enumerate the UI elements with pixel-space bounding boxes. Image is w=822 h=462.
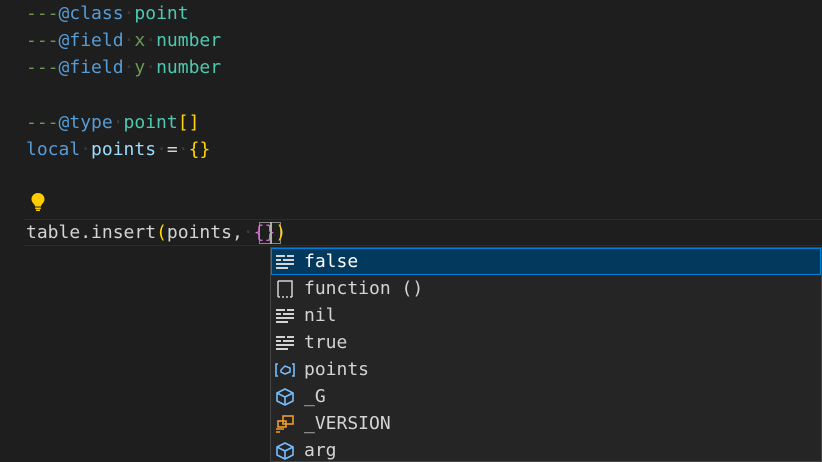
keyword-icon — [276, 255, 294, 269]
keyword-icon — [276, 309, 294, 323]
comment-prefix: --- — [26, 3, 59, 24]
field-name: x — [134, 30, 146, 51]
module-icon — [276, 388, 294, 406]
suggestion-item-arg[interactable]: arg — [271, 437, 821, 461]
comment-prefix: --- — [26, 30, 59, 51]
annotation-tag: @type — [58, 112, 113, 133]
code-line-5[interactable]: ---@type·point[] — [26, 109, 199, 136]
annotation-type: point — [123, 112, 178, 133]
suggestion-label: false — [304, 251, 359, 272]
object-table: table — [26, 222, 81, 243]
field-icon — [276, 415, 294, 433]
comment-prefix: --- — [26, 112, 59, 133]
assign-operator: = — [166, 139, 178, 160]
arg-points: points — [166, 222, 232, 243]
suggestion-item-nil[interactable]: nil — [271, 302, 821, 329]
comment-prefix: --- — [26, 57, 59, 78]
suggestion-item-false[interactable]: false — [271, 248, 821, 275]
code-line-6[interactable]: local·points·=·{} — [26, 136, 210, 163]
keyword-icon — [276, 336, 294, 350]
text-cursor — [270, 222, 272, 244]
code-line-2[interactable]: ---@field·x·number — [26, 27, 221, 54]
suggestion-label: _G — [304, 386, 326, 407]
suggestion-label: nil — [304, 305, 337, 326]
annotation-type: number — [156, 57, 222, 78]
suggestion-item-points[interactable]: points — [271, 356, 821, 383]
annotation-tag: @field — [58, 57, 124, 78]
code-line-1[interactable]: ---@class·point — [26, 0, 189, 27]
open-brace: { — [188, 139, 200, 160]
lightbulb-icon[interactable] — [30, 192, 46, 212]
suggestion-item-function[interactable]: function () — [271, 275, 821, 302]
suggestion-label: arg — [304, 440, 337, 461]
snippet-icon — [277, 280, 293, 298]
suggestion-label: _VERSION — [304, 413, 391, 434]
keyword-local: local — [26, 139, 81, 160]
method-insert: insert — [91, 222, 157, 243]
suggestion-item-true[interactable]: true — [271, 329, 821, 356]
suggestion-item-_VERSION[interactable]: _VERSION — [271, 410, 821, 437]
close-brace: } — [199, 139, 211, 160]
variable-icon — [275, 363, 295, 377]
code-line-3[interactable]: ---@field·y·number — [26, 54, 221, 81]
code-line-current[interactable]: table.insert(points,·{}) — [26, 219, 286, 246]
open-brace: { — [253, 222, 265, 243]
suggestion-widget[interactable]: false function () nil true points _G _VE… — [270, 247, 822, 462]
suggestion-label: true — [304, 332, 348, 353]
array-suffix: [] — [177, 112, 200, 133]
module-icon — [276, 442, 294, 460]
annotation-tag: @class — [58, 3, 124, 24]
suggestion-item-_G[interactable]: _G — [271, 383, 821, 410]
variable-points: points — [91, 139, 157, 160]
suggestion-label: points — [304, 359, 370, 380]
annotation-type: number — [156, 30, 222, 51]
suggestion-label: function () — [304, 278, 424, 299]
annotation-type: point — [134, 3, 189, 24]
field-name: y — [134, 57, 146, 78]
annotation-tag: @field — [58, 30, 124, 51]
